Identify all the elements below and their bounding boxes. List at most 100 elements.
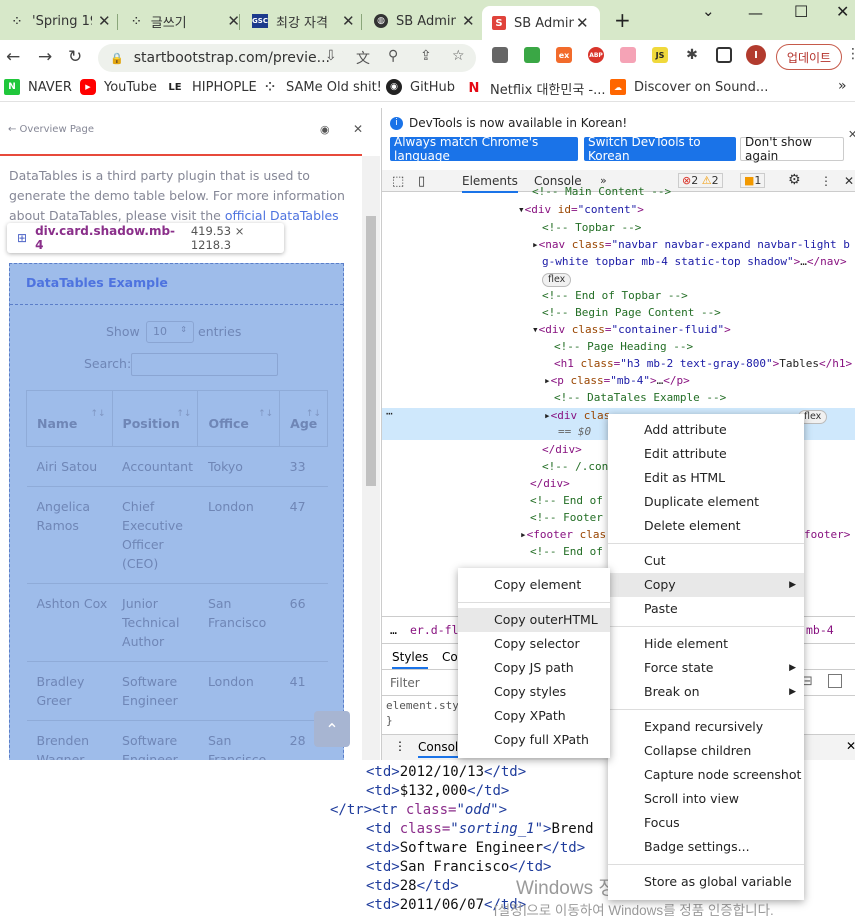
close-icon[interactable]: ✕ xyxy=(576,14,589,32)
dom-node[interactable]: <!-- DataTales Example --> xyxy=(554,390,726,406)
menu-item-store-global[interactable]: Store as global variable xyxy=(608,870,804,894)
menu-item-copy-element[interactable]: Copy element xyxy=(458,573,610,597)
more-bookmarks-icon[interactable]: » xyxy=(838,78,847,94)
close-icon[interactable]: ✕ xyxy=(342,12,355,30)
menu-item-duplicate[interactable]: Duplicate element xyxy=(608,490,804,514)
close-icon[interactable]: ✕ xyxy=(98,12,111,30)
dom-node[interactable]: <!-- /.con xyxy=(542,459,608,475)
bookmark-item[interactable]: ▶ YouTube xyxy=(80,79,157,95)
dom-node[interactable]: <!-- End of xyxy=(530,544,603,560)
browser-tab[interactable]: GSC 최강 자격 ✕ xyxy=(242,6,362,36)
menu-item-copy-full-xpath[interactable]: Copy full XPath xyxy=(458,728,610,752)
filter-input[interactable]: Filter xyxy=(390,676,420,690)
bookmark-item[interactable]: LE HIPHOPLE xyxy=(166,79,256,95)
menu-item-copy-styles[interactable]: Copy styles xyxy=(458,680,610,704)
dom-node[interactable]: </div> xyxy=(530,476,570,492)
menu-item-force-state[interactable]: Force state ▶ xyxy=(608,656,804,680)
menu-item-delete[interactable]: Delete element xyxy=(608,514,804,538)
sidebar-toggle-icon[interactable] xyxy=(828,674,842,688)
lock-icon[interactable]: 🔒 xyxy=(110,52,124,65)
reload-icon[interactable]: ↻ xyxy=(68,47,82,67)
kebab-menu-icon[interactable]: ⋮ xyxy=(820,174,832,188)
dom-node[interactable]: <!-- Main Content --> xyxy=(532,184,671,200)
dom-node[interactable]: footer> xyxy=(804,527,850,543)
tab-search-icon[interactable]: ⌄ xyxy=(702,2,715,20)
switch-korean-button[interactable]: Switch DevTools to Korean xyxy=(584,135,736,163)
dom-node[interactable]: ▸<nav class="navbar navbar-expand navbar… xyxy=(532,237,850,253)
github-icon[interactable]: ◉ xyxy=(320,123,330,136)
browser-tab[interactable]: ⁘ 'Spring 19 ✕ xyxy=(0,6,118,36)
menu-item-focus[interactable]: Focus xyxy=(608,811,804,835)
menu-item-break-on[interactable]: Break on ▶ xyxy=(608,680,804,704)
menu-item-edit-attribute[interactable]: Edit attribute xyxy=(608,442,804,466)
match-language-button[interactable]: Always match Chrome's language xyxy=(390,135,578,163)
dom-node[interactable]: </div> xyxy=(542,442,582,458)
bookmark-item[interactable]: N NAVER xyxy=(4,79,72,95)
dom-node[interactable]: <!-- Begin Page Content --> xyxy=(542,305,721,321)
bookmark-item[interactable]: ☁ Discover on Sound... xyxy=(610,79,768,95)
kebab-menu-icon[interactable]: ⋮ xyxy=(846,46,855,62)
scroll-to-top-button[interactable]: ⌃ xyxy=(314,711,350,747)
gear-icon[interactable]: ⚙ xyxy=(788,172,801,188)
flex-badge[interactable]: flex xyxy=(542,271,572,287)
maximize-icon[interactable]: ☐ xyxy=(794,2,808,21)
dom-node[interactable]: ▾<div id="content"> xyxy=(518,202,644,218)
bookmark-item[interactable]: ⁘ SAMe Old shit! xyxy=(262,79,382,95)
dom-node[interactable]: ▸<footer clas xyxy=(520,527,606,543)
column-header[interactable]: Office ↑↓ xyxy=(197,390,281,447)
overview-link[interactable]: ← Overview Page xyxy=(8,124,94,135)
sidepanel-icon[interactable] xyxy=(716,47,732,63)
menu-item-capture[interactable]: Capture node screenshot xyxy=(608,763,804,787)
close-icon[interactable]: ✕ xyxy=(846,739,855,753)
browser-tab[interactable]: ⁘ 글쓰기 ✕ xyxy=(120,6,240,36)
tab-styles[interactable]: Styles xyxy=(392,650,429,669)
column-header[interactable]: Name ↑↓ xyxy=(26,390,113,447)
entries-select[interactable]: 10 ⇕ xyxy=(146,321,194,343)
column-header[interactable]: Age ↑↓ xyxy=(279,390,328,447)
menu-item-hide[interactable]: Hide element xyxy=(608,632,804,656)
menu-item-copy[interactable]: Copy ▶ xyxy=(608,573,804,597)
back-icon[interactable]: ← xyxy=(6,47,20,67)
menu-item-add-attribute[interactable]: Add attribute xyxy=(608,418,804,442)
dom-node[interactable]: <!-- Topbar --> xyxy=(542,220,641,236)
close-icon[interactable]: ✕ xyxy=(462,12,475,30)
menu-item-copy-selector[interactable]: Copy selector xyxy=(458,632,610,656)
translate-icon[interactable]: 文 xyxy=(356,48,370,68)
extension-icon[interactable] xyxy=(524,47,540,63)
extension-icon[interactable]: ex xyxy=(556,47,572,63)
dom-node[interactable]: <!-- End of Topbar --> xyxy=(542,288,688,304)
zoom-icon[interactable]: ⚲ xyxy=(388,48,398,64)
avatar[interactable]: I xyxy=(746,45,766,65)
bookmark-item[interactable]: N Netflix 대한민국 -... xyxy=(466,79,606,98)
inspect-icon[interactable]: ⬚ xyxy=(392,174,404,189)
menu-item-paste[interactable]: Paste xyxy=(608,597,804,621)
window-close-icon[interactable]: ✕ xyxy=(836,2,849,21)
issues-counter[interactable]: ⊗2 ⚠2 xyxy=(678,173,723,188)
dom-node[interactable]: g-white topbar mb-4 static-top shadow">…… xyxy=(542,254,847,270)
rule-selector[interactable]: element.styl xyxy=(386,698,465,713)
share-icon[interactable]: ⇪ xyxy=(420,48,432,64)
update-button[interactable]: 업데이트 xyxy=(776,44,842,70)
new-tab-button[interactable]: + xyxy=(614,8,631,32)
breadcrumb-item[interactable]: mb-4 xyxy=(806,623,834,637)
datatables-link[interactable]: official DataTables xyxy=(225,208,339,223)
close-icon[interactable]: ✕ xyxy=(227,12,240,30)
minimize-icon[interactable]: — xyxy=(748,4,763,22)
js-icon[interactable]: JS xyxy=(652,47,668,63)
menu-item-copy-outerhtml[interactable]: Copy outerHTML xyxy=(458,608,610,632)
menu-item-cut[interactable]: Cut xyxy=(608,549,804,573)
kebab-menu-icon[interactable]: ⋮ xyxy=(394,739,406,753)
breadcrumb-left-icon[interactable]: … xyxy=(390,623,397,637)
device-icon[interactable]: ▯ xyxy=(418,174,425,189)
browser-tab-active[interactable]: S SB Admin ✕ xyxy=(482,6,600,40)
forward-icon[interactable]: → xyxy=(38,47,52,67)
bookmark-star-icon[interactable]: ☆ xyxy=(452,48,465,64)
dom-node[interactable]: ▸<p class="mb-4">…</p> xyxy=(544,373,690,389)
issues-badge[interactable]: ■1 xyxy=(740,173,766,188)
puzzle-icon[interactable]: ✱ xyxy=(684,47,700,63)
column-header[interactable]: Position ↑↓ xyxy=(111,390,199,447)
search-input[interactable] xyxy=(131,353,278,376)
menu-item-scroll[interactable]: Scroll into view xyxy=(608,787,804,811)
dom-node[interactable]: <!-- End of xyxy=(530,493,603,509)
browser-tab[interactable]: ◍ SB Admin ✕ xyxy=(364,6,482,36)
